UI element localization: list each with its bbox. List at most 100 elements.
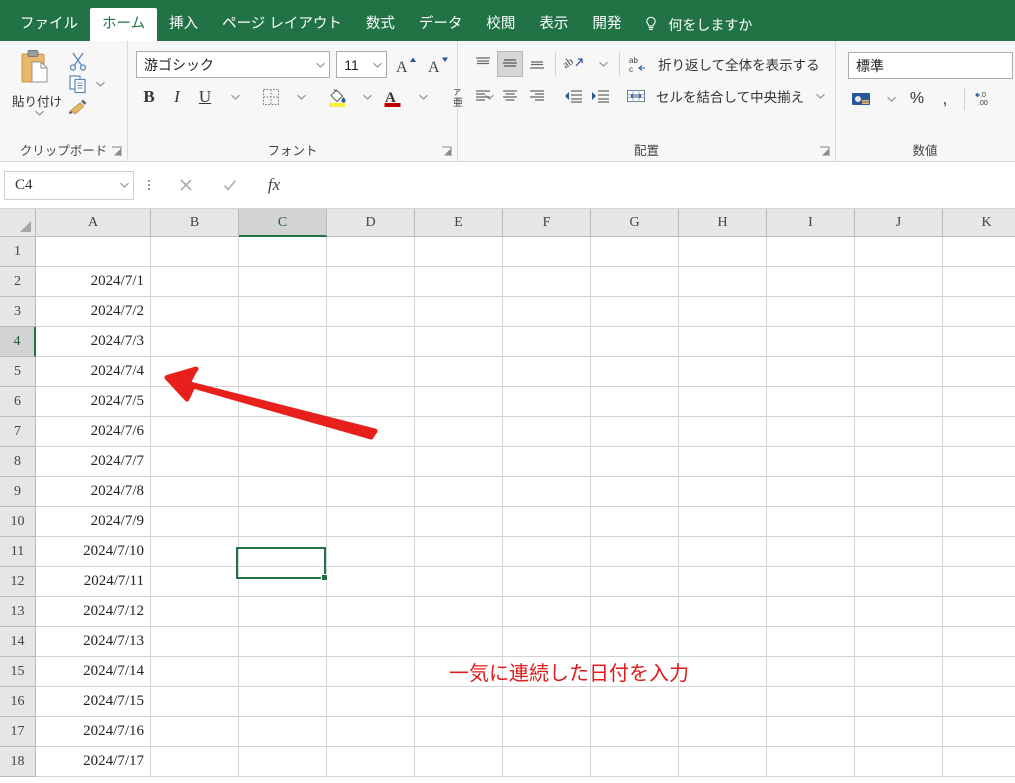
number-format-combo[interactable]: 標準: [848, 52, 1013, 79]
tab-page-layout[interactable]: ページ レイアウト: [210, 8, 354, 41]
cell-H7[interactable]: [679, 417, 767, 447]
cell-E14[interactable]: [415, 627, 503, 657]
row-header-5[interactable]: 5: [0, 357, 36, 387]
tab-view[interactable]: 表示: [527, 8, 580, 41]
row-header-17[interactable]: 17: [0, 717, 36, 747]
row-header-2[interactable]: 2: [0, 267, 36, 297]
cell-E5[interactable]: [415, 357, 503, 387]
cell-I3[interactable]: [767, 297, 855, 327]
cell-C8[interactable]: [239, 447, 327, 477]
cell-A10[interactable]: 2024/7/9: [36, 507, 151, 537]
column-header-g[interactable]: G: [591, 209, 679, 237]
cell-K17[interactable]: [943, 717, 1015, 747]
cell-F16[interactable]: [503, 687, 591, 717]
cell-E16[interactable]: [415, 687, 503, 717]
row-header-11[interactable]: 11: [0, 537, 36, 567]
cell-G1[interactable]: [591, 237, 679, 267]
cell-A9[interactable]: 2024/7/8: [36, 477, 151, 507]
cell-H15[interactable]: [679, 657, 767, 687]
cell-G3[interactable]: [591, 297, 679, 327]
cell-E9[interactable]: [415, 477, 503, 507]
cell-B7[interactable]: [151, 417, 239, 447]
bold-button[interactable]: B: [136, 84, 162, 110]
tab-data[interactable]: データ: [407, 8, 475, 41]
cell-A1[interactable]: [36, 237, 151, 267]
column-header-b[interactable]: B: [151, 209, 239, 237]
column-header-e[interactable]: E: [415, 209, 503, 237]
fill-handle[interactable]: [321, 574, 328, 581]
cell-C9[interactable]: [239, 477, 327, 507]
cell-B11[interactable]: [151, 537, 239, 567]
cell-H14[interactable]: [679, 627, 767, 657]
cell-F2[interactable]: [503, 267, 591, 297]
cell-D6[interactable]: [327, 387, 415, 417]
align-bottom-button[interactable]: [524, 51, 550, 77]
cell-I8[interactable]: [767, 447, 855, 477]
accounting-format-button[interactable]: [848, 86, 874, 112]
cell-A11[interactable]: 2024/7/10: [36, 537, 151, 567]
cell-F13[interactable]: [503, 597, 591, 627]
orientation-dropdown[interactable]: [588, 51, 614, 77]
cell-K16[interactable]: [943, 687, 1015, 717]
column-header-h[interactable]: H: [679, 209, 767, 237]
cell-H18[interactable]: [679, 747, 767, 777]
cell-K3[interactable]: [943, 297, 1015, 327]
borders-button[interactable]: [258, 84, 284, 110]
cell-C13[interactable]: [239, 597, 327, 627]
column-header-j[interactable]: J: [855, 209, 943, 237]
cell-E4[interactable]: [415, 327, 503, 357]
cell-A3[interactable]: 2024/7/2: [36, 297, 151, 327]
cell-B18[interactable]: [151, 747, 239, 777]
cell-I9[interactable]: [767, 477, 855, 507]
cell-K10[interactable]: [943, 507, 1015, 537]
cell-G11[interactable]: [591, 537, 679, 567]
font-name-combo[interactable]: 游ゴシック: [136, 51, 331, 78]
format-painter-button[interactable]: [68, 97, 88, 115]
cell-D7[interactable]: [327, 417, 415, 447]
cell-E1[interactable]: [415, 237, 503, 267]
cell-B1[interactable]: [151, 237, 239, 267]
row-header-18[interactable]: 18: [0, 747, 36, 777]
cell-F3[interactable]: [503, 297, 591, 327]
cell-C10[interactable]: [239, 507, 327, 537]
column-header-k[interactable]: K: [943, 209, 1015, 237]
cell-I6[interactable]: [767, 387, 855, 417]
cell-D3[interactable]: [327, 297, 415, 327]
cell-J1[interactable]: [855, 237, 943, 267]
cell-F14[interactable]: [503, 627, 591, 657]
cell-A18[interactable]: 2024/7/17: [36, 747, 151, 777]
row-header-10[interactable]: 10: [0, 507, 36, 537]
cell-C3[interactable]: [239, 297, 327, 327]
cell-E13[interactable]: [415, 597, 503, 627]
tab-home[interactable]: ホーム: [90, 8, 158, 41]
cell-A2[interactable]: 2024/7/1: [36, 267, 151, 297]
cell-K9[interactable]: [943, 477, 1015, 507]
cell-B15[interactable]: [151, 657, 239, 687]
cell-B9[interactable]: [151, 477, 239, 507]
row-header-6[interactable]: 6: [0, 387, 36, 417]
cell-J12[interactable]: [855, 567, 943, 597]
cell-F1[interactable]: [503, 237, 591, 267]
cell-I1[interactable]: [767, 237, 855, 267]
cell-C2[interactable]: [239, 267, 327, 297]
confirm-entry-button[interactable]: [208, 171, 252, 200]
cell-G6[interactable]: [591, 387, 679, 417]
merge-center-dropdown[interactable]: [805, 83, 831, 109]
percent-format-button[interactable]: %: [904, 86, 930, 112]
cell-D17[interactable]: [327, 717, 415, 747]
row-header-8[interactable]: 8: [0, 447, 36, 477]
row-header-7[interactable]: 7: [0, 417, 36, 447]
fill-color-button[interactable]: [324, 84, 350, 110]
cell-K11[interactable]: [943, 537, 1015, 567]
cell-H5[interactable]: [679, 357, 767, 387]
cell-H12[interactable]: [679, 567, 767, 597]
cell-J17[interactable]: [855, 717, 943, 747]
cell-I18[interactable]: [767, 747, 855, 777]
wrap-text-button[interactable]: ab c: [625, 51, 651, 77]
decrease-indent-button[interactable]: [560, 83, 586, 109]
cell-H8[interactable]: [679, 447, 767, 477]
italic-button[interactable]: I: [164, 84, 190, 110]
cell-I14[interactable]: [767, 627, 855, 657]
cell-C7[interactable]: [239, 417, 327, 447]
copy-button[interactable]: [68, 74, 105, 94]
